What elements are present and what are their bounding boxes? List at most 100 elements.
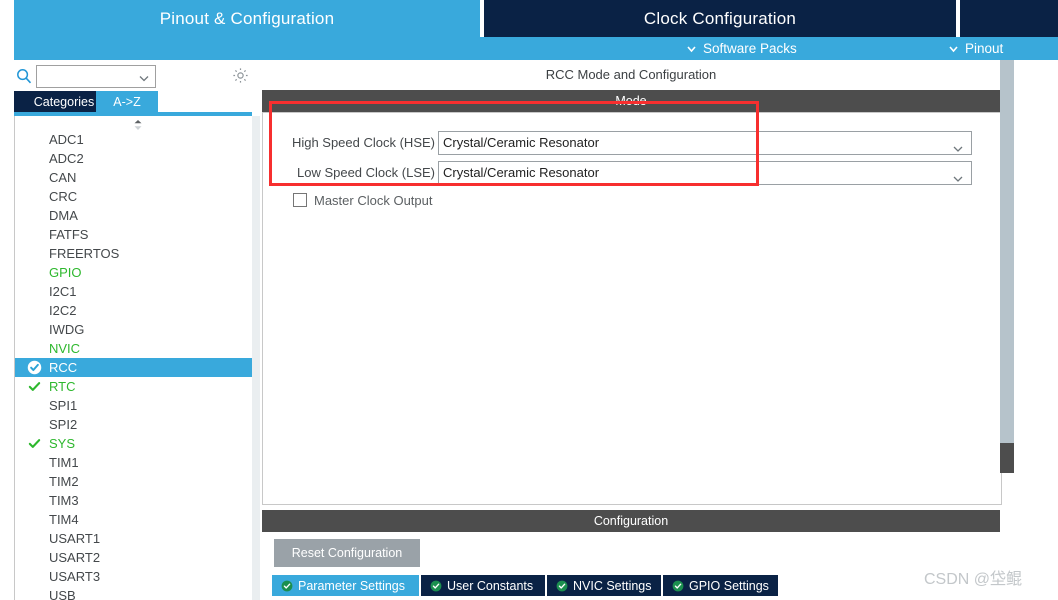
sidebar-item-label: CAN — [49, 170, 77, 185]
sidebar-item-label: IWDG — [49, 322, 85, 337]
sidebar-item-usb[interactable]: USB — [15, 586, 253, 600]
sidebar-item-label: TIM3 — [49, 493, 79, 508]
sidebar-item-i2c2[interactable]: I2C2 — [15, 301, 253, 320]
watermark: CSDN @垈鲲 — [924, 565, 1022, 589]
sidebar-item-usart1[interactable]: USART1 — [15, 529, 253, 548]
sidebar-item-label: FREERTOS — [49, 246, 120, 261]
sidebar-item-label: ADC2 — [49, 151, 84, 166]
page-title: RCC Mode and Configuration — [262, 60, 1000, 88]
sidebar-item-tim3[interactable]: TIM3 — [15, 491, 253, 510]
mode-panel-scrollbar[interactable] — [1000, 60, 1014, 443]
master-clock-output-checkbox[interactable] — [293, 193, 307, 207]
sidebar-item-adc1[interactable]: ADC1 — [15, 130, 253, 149]
menu-bar: Software Packs Pinout — [14, 37, 1058, 60]
config-tab-nvic-settings[interactable]: NVIC Settings — [547, 575, 661, 596]
sidebar-item-label: SYS — [49, 436, 76, 451]
chevron-down-icon — [948, 43, 959, 54]
sidebar-item-adc2[interactable]: ADC2 — [15, 149, 253, 168]
config-tab-parameter-settings[interactable]: Parameter Settings — [272, 575, 419, 596]
sidebar-item-label: RTC — [49, 379, 76, 394]
gear-icon[interactable] — [232, 67, 249, 84]
sidebar-item-label: USB — [49, 588, 76, 600]
sidebar-item-can[interactable]: CAN — [15, 168, 253, 187]
sidebar-item-label: USART1 — [49, 531, 101, 546]
stm32cubemx-window: Pinout & Configuration Clock Configurati… — [0, 0, 1058, 600]
sidebar-scrollbar[interactable] — [252, 116, 260, 600]
sidebar-item-tim4[interactable]: TIM4 — [15, 510, 253, 529]
updown-spinner-icon[interactable] — [131, 118, 145, 130]
lse-select[interactable]: Crystal/Ceramic Resonator — [438, 161, 972, 185]
config-tab-gpio-settings[interactable]: GPIO Settings — [663, 575, 778, 596]
check-circle-icon — [27, 360, 42, 375]
tab-clock-configuration[interactable]: Clock Configuration — [484, 0, 956, 37]
sidebar-item-label: TIM4 — [49, 512, 79, 527]
sidebar-item-label: I2C1 — [49, 284, 77, 299]
sidebar-item-freertos[interactable]: FREERTOS — [15, 244, 253, 263]
peripheral-list-items: ADC1 ADC2 CAN CRC DMA FATFS FREERTOS GPIO I2C1 I2… — [15, 130, 253, 600]
menu-pinout[interactable]: Pinout — [948, 37, 1003, 60]
tab-pinout-configuration-label: Pinout & Configuration — [159, 8, 335, 28]
sidebar-item-label: SPI1 — [49, 398, 78, 413]
sidebar-item-dma[interactable]: DMA — [15, 206, 253, 225]
check-icon — [27, 436, 42, 451]
watermark-text: CSDN @垈鲲 — [924, 571, 1023, 588]
chevron-down-icon — [952, 139, 964, 154]
sidebar-item-label: SPI2 — [49, 417, 78, 432]
sidebar-item-label: USART3 — [49, 569, 101, 584]
sidebar-item-gpio[interactable]: GPIO — [15, 263, 253, 282]
sidebar-item-spi1[interactable]: SPI1 — [15, 396, 253, 415]
rcc-configuration-panel: RCC Mode and Configuration Mode High Spe… — [262, 60, 1058, 600]
lse-field-label: Low Speed Clock (LSE) — [296, 165, 435, 180]
sidebar-item-sys[interactable]: SYS — [15, 434, 253, 453]
chevron-down-icon — [138, 71, 150, 89]
sidebar-item-nvic[interactable]: NVIC — [15, 339, 253, 358]
sidebar-item-usart3[interactable]: USART3 — [15, 567, 253, 586]
peripheral-list[interactable]: ADC1 ADC2 CAN CRC DMA FATFS FREERTOS GPIO I2C1 I2… — [14, 116, 254, 600]
tab-extra[interactable] — [960, 0, 1058, 37]
sidebar-item-label: I2C2 — [49, 303, 77, 318]
sidebar-item-rtc[interactable]: RTC — [15, 377, 253, 396]
lse-select-value: Crystal/Ceramic Resonator — [443, 165, 600, 180]
hse-field-label: High Speed Clock (HSE) — [291, 135, 435, 150]
sidebar-item-fatfs[interactable]: FATFS — [15, 225, 253, 244]
sidebar-item-tim1[interactable]: TIM1 — [15, 453, 253, 472]
main-tab-bar: Pinout & Configuration Clock Configurati… — [0, 0, 1058, 37]
sidebar-item-label: TIM2 — [49, 474, 79, 489]
sidebar-tab-a-to-z[interactable]: A->Z — [96, 91, 158, 112]
chevron-down-icon — [952, 169, 964, 184]
check-circle-icon — [281, 580, 293, 592]
menu-software-packs-label: Software Packs — [703, 41, 797, 56]
sidebar-item-tim2[interactable]: TIM2 — [15, 472, 253, 491]
chevron-down-icon — [686, 43, 697, 54]
tab-clock-configuration-label: Clock Configuration — [643, 8, 797, 28]
menu-software-packs[interactable]: Software Packs — [686, 37, 797, 60]
tab-pinout-configuration[interactable]: Pinout & Configuration — [14, 0, 480, 37]
config-tab-label: GPIO Settings — [689, 578, 769, 593]
search-input[interactable] — [36, 65, 156, 88]
panel-splitter-grip[interactable] — [1000, 443, 1014, 473]
config-tab-label: Parameter Settings — [298, 578, 405, 593]
sidebar-tab-a-to-z-label: A->Z — [113, 94, 141, 109]
mode-section-header-label: Mode — [615, 94, 647, 108]
config-tab-label: NVIC Settings — [573, 578, 652, 593]
sidebar-item-crc[interactable]: CRC — [15, 187, 253, 206]
panel-right-gutter — [1014, 60, 1058, 600]
sidebar-search-row — [0, 60, 262, 91]
reset-configuration-label: Reset Configuration — [291, 546, 403, 560]
sidebar-item-iwdg[interactable]: IWDG — [15, 320, 253, 339]
config-tab-user-constants[interactable]: User Constants — [421, 575, 545, 596]
sidebar-item-rcc[interactable]: RCC — [15, 358, 253, 377]
search-icon — [16, 68, 32, 84]
master-clock-output-label: Master Clock Output — [314, 192, 433, 208]
sidebar-item-label: USART2 — [49, 550, 101, 565]
sidebar-item-label: DMA — [49, 208, 78, 223]
sidebar-item-label: ADC1 — [49, 132, 84, 147]
sidebar-tab-categories-label: Categories — [33, 94, 95, 109]
sidebar-item-i2c1[interactable]: I2C1 — [15, 282, 253, 301]
sidebar-item-usart2[interactable]: USART2 — [15, 548, 253, 567]
reset-configuration-button[interactable]: Reset Configuration — [274, 539, 420, 567]
check-circle-icon — [430, 580, 442, 592]
sidebar-item-spi2[interactable]: SPI2 — [15, 415, 253, 434]
hse-select[interactable]: Crystal/Ceramic Resonator — [438, 131, 972, 155]
master-clock-output-row[interactable]: Master Clock Output — [293, 191, 433, 209]
